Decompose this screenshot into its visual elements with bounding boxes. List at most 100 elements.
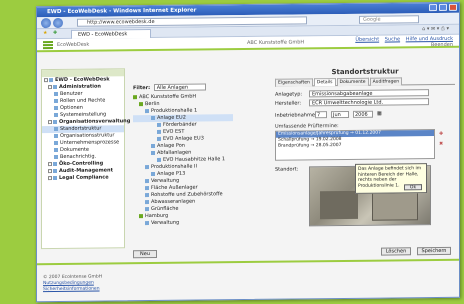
top-links: Übersicht Suche Hilfe und Ausdruck Beend… (351, 36, 453, 49)
node-icon (145, 220, 149, 225)
sidebar-item-label: Legal Compliance (59, 174, 109, 181)
year-select[interactable]: 2006 (353, 110, 373, 118)
tree-node-label: Produktionshalle 1 (151, 107, 198, 115)
delete-icon[interactable]: ✖ (439, 141, 443, 147)
tree-node-label: Anlage P13 (157, 170, 186, 177)
tree-node-label: EVO Anlage EU3 (163, 135, 204, 142)
delete-button[interactable]: Löschen (381, 247, 411, 256)
list-item[interactable]: Brandprüfung → 28.05.2007 (276, 142, 434, 150)
detail-tabs: Eigenschaften Details Dokumente Auditfragen (275, 76, 455, 87)
tree-node-label: Anlage EU2 (157, 114, 186, 121)
folder-icon (54, 91, 58, 96)
filter-label: Filter: (133, 85, 151, 92)
node-icon (157, 157, 161, 162)
node-icon (145, 108, 149, 113)
node-icon (151, 171, 155, 176)
favorites-star-icon[interactable]: ★ (43, 30, 47, 36)
expand-icon[interactable] (48, 119, 52, 124)
folder-icon (54, 98, 58, 103)
logout-link[interactable]: Beenden (355, 42, 453, 49)
maximize-button[interactable] (439, 3, 447, 11)
node-icon (151, 150, 155, 155)
day-select[interactable]: 7 (315, 111, 327, 119)
node-icon (157, 136, 161, 141)
sidebar-item-label: Systemeinstellung (60, 111, 107, 118)
tree-node-label: Anlage Pon (157, 142, 185, 149)
expand-icon[interactable] (48, 168, 52, 173)
field-label: Hersteller: (275, 100, 302, 107)
logo-icon (43, 41, 53, 50)
close-button[interactable] (449, 3, 457, 11)
security-link[interactable]: Sicherheitsinformationen (43, 287, 102, 294)
expand-icon[interactable] (44, 77, 48, 82)
node-icon (145, 178, 149, 183)
tree-node-label: EVO Hausabhitze Halle 1 (163, 156, 226, 163)
folder-icon (54, 147, 58, 152)
sidebar-item-label: Audit-Management (59, 167, 113, 174)
add-favorite-icon[interactable]: ✚ (53, 30, 57, 36)
minimize-button[interactable] (429, 4, 437, 12)
node-icon (151, 115, 155, 120)
add-icon[interactable]: ✚ (439, 131, 443, 137)
expand-icon[interactable] (48, 175, 52, 180)
new-button[interactable]: Neu (133, 249, 157, 259)
filter-select[interactable]: Alle Anlagen (153, 83, 206, 91)
sidebar-item-label: Standortstruktur (60, 125, 102, 132)
filter-bar: Filter: Alle Anlagen (133, 83, 206, 91)
expand-icon[interactable] (48, 84, 52, 89)
folder-icon (54, 133, 58, 138)
sidebar-item-label: Benachrichtig. (60, 153, 97, 160)
expand-icon[interactable] (48, 161, 52, 166)
tab-1[interactable]: Details (313, 78, 336, 87)
image-label: Standort: (275, 166, 299, 173)
search-input[interactable]: Google (359, 15, 419, 24)
sidebar-item-label: Benutzer (60, 90, 83, 97)
node-icon (157, 129, 161, 134)
tree-node-label: Abfallanlagen (157, 149, 192, 156)
node-icon (139, 101, 143, 106)
toolbar-icons[interactable]: ⌂ ▾ ✉ ▾ ⎙ ▾ (422, 26, 449, 32)
field-row: Hersteller: ECR Umwelttechnologie Ltd. (275, 98, 455, 109)
sidebar-item-label: Organisationsstruktur (60, 132, 115, 139)
folder-icon (54, 112, 58, 117)
tree-node-label: Grünfläche (151, 205, 179, 213)
sidebar-item-label: EWD - EcoWebDesk (55, 76, 110, 84)
sidebar-item[interactable]: Legal Compliance (42, 174, 124, 182)
tree-node-label: EVO EST (163, 128, 185, 135)
node-icon (145, 164, 149, 169)
month-select[interactable]: Jun (331, 110, 349, 119)
forward-icon[interactable] (53, 17, 63, 29)
tab-0[interactable]: Eigenschaften (275, 78, 313, 87)
tree-node-label: Fläche Außenlager (151, 184, 198, 192)
back-icon[interactable] (41, 18, 51, 29)
tree-node[interactable]: Verwaltung (133, 219, 233, 227)
sidebar-item-label: Unternehmensprozesse (60, 139, 120, 146)
divider (37, 258, 459, 266)
sidebar-item-label: Öko-Controlling (59, 160, 104, 167)
save-button[interactable]: Speichern (417, 246, 451, 256)
tab-3[interactable]: Auditfragen (369, 77, 403, 86)
overview-link[interactable]: Übersicht (355, 37, 379, 43)
node-icon (145, 185, 149, 190)
folder-icon (53, 84, 57, 89)
node-icon (133, 94, 137, 99)
hersteller-field[interactable]: ECR Umwelttechnologie Ltd. (309, 98, 429, 107)
sidebar-item-label: Organisationsverwaltung (59, 118, 131, 125)
node-icon (145, 206, 149, 211)
company-name: ABC Kunststoffe GmbH (247, 39, 305, 47)
tooltip-ok-button[interactable]: Ok (404, 184, 422, 191)
calendar-icon[interactable]: ▦ (377, 111, 382, 117)
tree-node-label: Abwasseranlagen (151, 198, 196, 206)
sidebar-nav: EWD - EcoWebDesk Administration Benutzer Ro… (41, 68, 130, 250)
site-tree: ABC Kunststoffe GmbH Berlin Produktionshal… (133, 93, 233, 259)
url-input[interactable]: http://www.ecowebdesk.de (77, 16, 307, 27)
sidebar-item-label: Dokumente (60, 146, 89, 153)
anlagetyp-field[interactable]: Emissionsabgabeanlage (309, 89, 429, 98)
tab-2[interactable]: Dokumente (336, 77, 369, 87)
inspection-list[interactable]: Emissionsanlage/Jahresprüfung → 01.12.20… (275, 129, 435, 161)
search-link[interactable]: Suche (385, 36, 400, 42)
field-label: Anlagetyp: (275, 91, 303, 98)
detail-pane: Standortstruktur Eigenschaften Details Dok… (275, 67, 455, 259)
tree-node-label: ABC Kunststoffe GmbH (139, 93, 197, 101)
node-icon (151, 143, 155, 148)
